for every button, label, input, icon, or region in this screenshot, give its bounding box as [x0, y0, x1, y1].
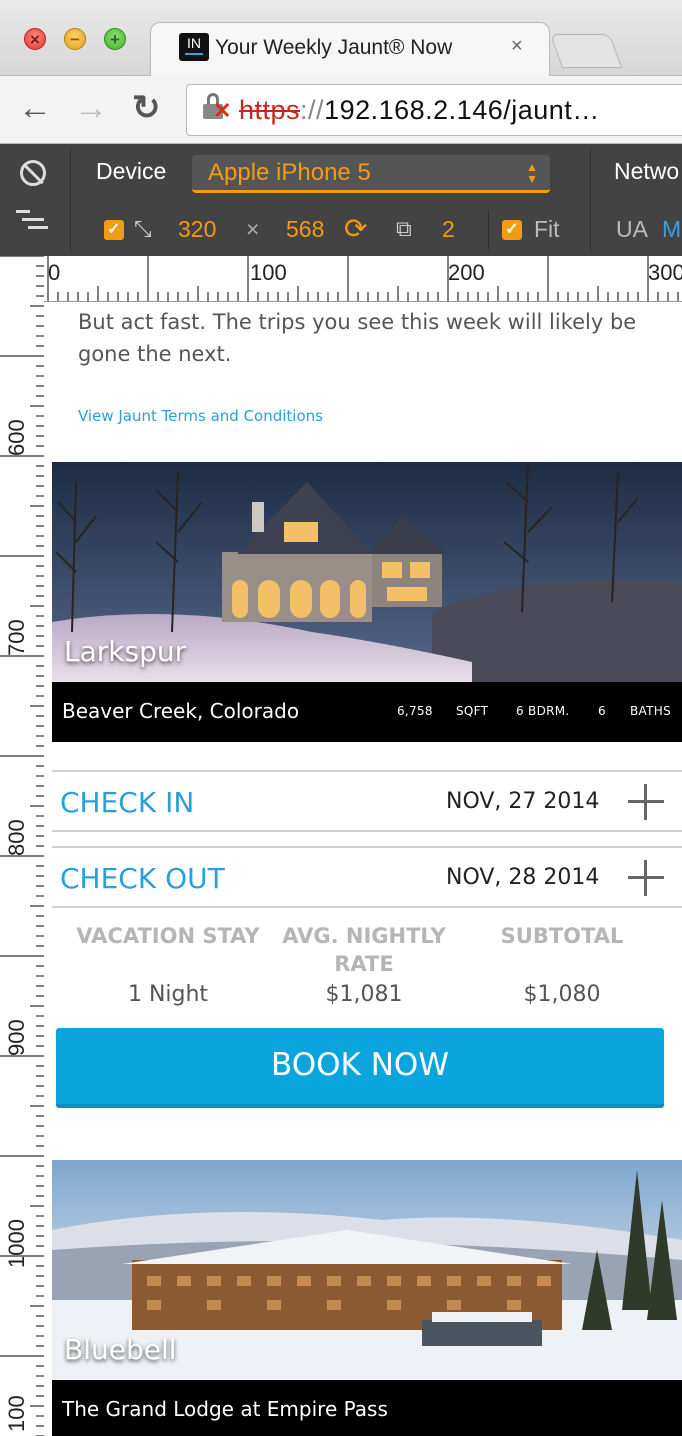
- check-in-plus-icon[interactable]: [628, 784, 664, 820]
- plus-icon: +: [110, 30, 120, 49]
- device-label: Device: [96, 158, 167, 184]
- url-protocol: https: [239, 95, 301, 125]
- listing-photo[interactable]: Bluebell: [52, 1160, 682, 1380]
- listing-photo[interactable]: Larkspur: [52, 462, 682, 682]
- terms-link[interactable]: View Jaunt Terms and Conditions: [78, 407, 323, 425]
- ruler-gutter: [44, 302, 52, 1436]
- minus-icon: −: [70, 30, 80, 49]
- vertical-ruler: 600 700 800 900 1000 100: [0, 256, 44, 1436]
- browser-toolbar: ← → ↻ ✕ https://192.168.2.146/jaunt…: [0, 76, 682, 144]
- fit-label: Fit: [534, 216, 560, 242]
- listing-location: Beaver Creek, Colorado: [62, 699, 300, 723]
- check-out-plus-icon[interactable]: [628, 860, 664, 896]
- dpr-input[interactable]: 2: [442, 216, 455, 243]
- page-viewport[interactable]: But act fast. The trips you see this wee…: [52, 302, 682, 1436]
- tab-close-icon[interactable]: ×: [511, 35, 523, 58]
- baths-label: BATHS: [630, 704, 671, 718]
- forward-arrow-icon[interactable]: →: [74, 88, 108, 128]
- zoom-window-button[interactable]: +: [104, 28, 126, 50]
- summary-value-rate: $1,081: [325, 982, 403, 1007]
- width-input[interactable]: 320: [178, 216, 216, 243]
- check-out-date: NOV, 28 2014: [446, 865, 600, 890]
- ruler-label: 600: [4, 419, 29, 456]
- listing-info-bar: Beaver Creek, Colorado 6,758 SQFT 6 BDRM…: [52, 682, 682, 742]
- back-arrow-icon[interactable]: ←: [18, 88, 52, 128]
- minimize-window-button[interactable]: −: [64, 28, 86, 50]
- listing-info-bar: The Grand Lodge at Empire Pass: [52, 1380, 682, 1436]
- resolution-checkbox[interactable]: ✓: [104, 220, 124, 240]
- summary-header-subtotal: SUBTOTAL: [500, 924, 624, 948]
- check-in-row[interactable]: CHECK IN NOV, 27 2014: [52, 770, 682, 832]
- ruler-label: 1000: [4, 1219, 29, 1268]
- devtools-divider: [590, 150, 591, 250]
- ruler-label: 800: [4, 819, 29, 856]
- no-entry-icon[interactable]: [20, 160, 46, 186]
- summary-value-stay: 1 Night: [127, 982, 209, 1007]
- check-out-row[interactable]: CHECK OUT NOV, 28 2014: [52, 846, 682, 908]
- ruler-label: 200: [448, 260, 485, 285]
- devtools-divider: [488, 210, 489, 250]
- ruler-label: 700: [4, 619, 29, 656]
- intro-text: But act fast. The trips you see this wee…: [78, 310, 637, 366]
- insecure-lock-icon: ✕: [203, 93, 231, 122]
- horizontal-ruler-ticks: 0 100 200 300: [47, 256, 682, 301]
- ua-label: UA: [616, 216, 648, 242]
- check-out-label: CHECK OUT: [60, 862, 225, 895]
- ruler-label: 300: [648, 260, 682, 285]
- sqft-value: 6,758: [397, 704, 433, 718]
- sqft-label: SQFT: [456, 704, 489, 718]
- address-bar[interactable]: ✕ https://192.168.2.146/jaunt…: [186, 84, 682, 136]
- baths-value: 6: [598, 704, 606, 718]
- listing-name: Bluebell: [64, 1333, 177, 1366]
- times-sign: ×: [246, 216, 260, 242]
- url-separator: ://: [300, 95, 325, 125]
- bedrooms: 6 BDRM.: [516, 704, 570, 718]
- summary-header-rate: AVG. NIGHTLY RATE: [282, 924, 446, 976]
- listing-card[interactable]: Larkspur Beaver Creek, Colorado 6,758 SQ…: [52, 462, 682, 742]
- ruler-label: 900: [4, 1019, 29, 1056]
- browser-tabstrip: × − + IN Your Weekly Jaunt® Now ×: [0, 0, 682, 77]
- listing-card[interactable]: Bluebell The Grand Lodge at Empire Pass: [52, 1160, 682, 1436]
- height-input[interactable]: 568: [286, 216, 324, 243]
- close-window-button[interactable]: ×: [24, 28, 46, 50]
- summary-header-stay: VACATION STAY: [76, 924, 260, 948]
- vertical-ruler-ticks: 600 700 800 900 1000 100: [0, 256, 44, 1436]
- swap-dimensions-icon[interactable]: ⟳: [344, 212, 367, 245]
- ruler-label: 0: [48, 260, 60, 285]
- media-queries-icon[interactable]: [16, 210, 50, 232]
- listing-name: Larkspur: [64, 635, 187, 668]
- url-text: https://192.168.2.146/jaunt…: [239, 95, 600, 126]
- check-in-date: NOV, 27 2014: [446, 789, 600, 814]
- select-arrows-icon: ▲ ▼: [526, 160, 538, 186]
- reload-icon[interactable]: ↻: [132, 88, 161, 128]
- device-pixel-ratio-icon: ⧉: [396, 216, 412, 241]
- tab-title: Your Weekly Jaunt® Now: [215, 36, 453, 59]
- close-x-icon: ×: [30, 30, 40, 49]
- listing-location: The Grand Lodge at Empire Pass: [62, 1397, 388, 1421]
- resize-arrows-icon: ⤡: [134, 216, 152, 241]
- device-select-value: Apple iPhone 5: [208, 159, 371, 186]
- ua-value[interactable]: M: [662, 216, 681, 243]
- ruler-label: 100: [4, 1395, 29, 1432]
- book-now-button[interactable]: BOOK NOW: [56, 1028, 664, 1108]
- ruler-label: 100: [250, 260, 287, 285]
- favicon-icon: IN: [179, 33, 209, 61]
- network-label[interactable]: Netwo: [614, 158, 679, 185]
- device-select[interactable]: Apple iPhone 5 ▲ ▼: [192, 155, 550, 193]
- new-tab-button[interactable]: [549, 34, 623, 68]
- url-path: 192.168.2.146/jaunt…: [324, 95, 600, 125]
- devtools-divider: [70, 150, 71, 250]
- check-in-label: CHECK IN: [60, 786, 195, 819]
- browser-tab[interactable]: IN Your Weekly Jaunt® Now ×: [150, 22, 550, 77]
- summary-value-subtotal: $1,080: [523, 982, 601, 1007]
- fit-checkbox[interactable]: ✓: [502, 220, 522, 240]
- horizontal-ruler: 0 100 200 300: [44, 256, 682, 302]
